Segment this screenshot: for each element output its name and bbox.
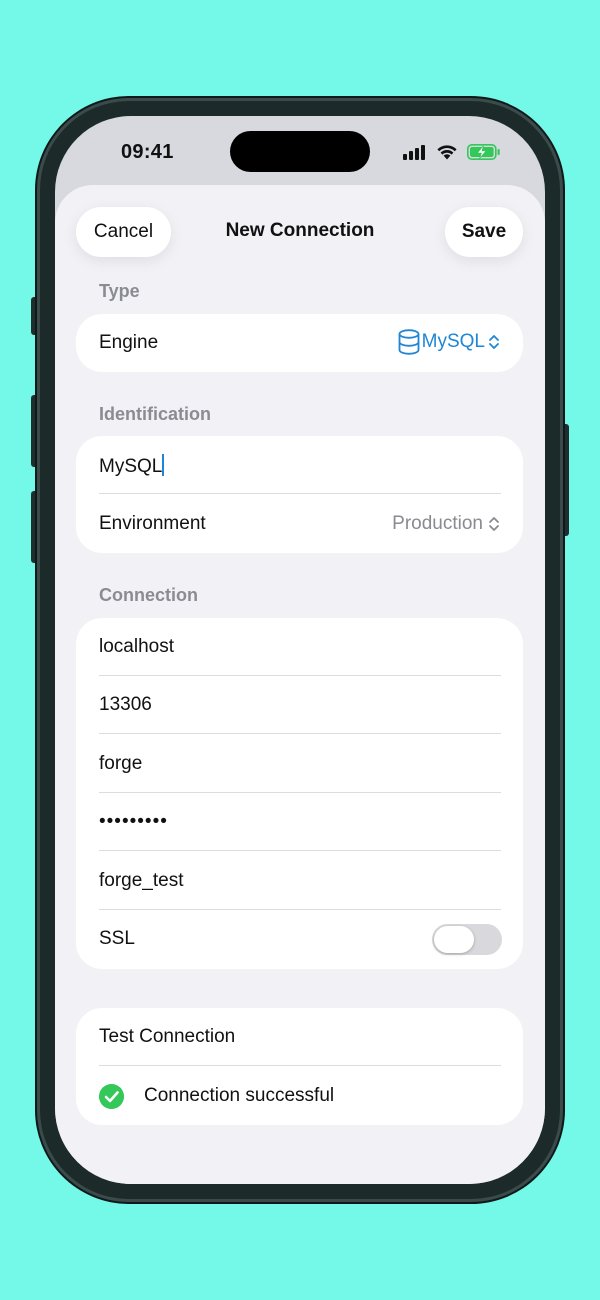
battery-charging-icon (467, 144, 500, 160)
sheet-title: New Connection (225, 220, 375, 241)
ssl-toggle[interactable] (432, 924, 502, 955)
test-group: Test Connection Connection successful (76, 1008, 523, 1125)
host-value: localhost (99, 636, 174, 657)
cancel-button[interactable]: Cancel (76, 207, 171, 257)
test-connection-row[interactable]: Test Connection (76, 1008, 523, 1066)
checkmark-circle-icon (99, 1084, 124, 1109)
ssl-label: SSL (99, 928, 135, 949)
environment-row[interactable]: Environment Production (76, 495, 523, 553)
section-header-connection: Connection (99, 585, 198, 605)
engine-picker[interactable]: MySQL (398, 329, 501, 355)
port-field[interactable]: 13306 (76, 676, 523, 734)
text-cursor (162, 454, 165, 476)
connection-name-field[interactable]: MySQL (76, 436, 523, 494)
environment-picker[interactable]: Production (392, 513, 501, 535)
connection-result-row: Connection successful (76, 1067, 523, 1125)
host-field[interactable]: localhost (76, 618, 523, 676)
test-connection-button[interactable]: Test Connection (99, 1026, 235, 1048)
connection-group: localhost 13306 forge ••••••••• forge_te… (76, 618, 523, 969)
phone-screen: 09:41 Cancel New Connection Save Type En… (55, 116, 545, 1184)
connection-name-value: MySQL (99, 456, 163, 477)
database-icon (398, 329, 420, 355)
engine-label: Engine (99, 332, 159, 353)
new-connection-sheet: Cancel New Connection Save Type Engine M… (55, 185, 545, 1184)
divider (99, 1065, 501, 1066)
port-value: 13306 (99, 694, 152, 715)
divider (99, 850, 501, 851)
environment-label: Environment (99, 513, 206, 534)
username-value: forge (99, 753, 143, 774)
database-field[interactable]: forge_test (76, 852, 523, 910)
section-header-identification: Identification (99, 404, 211, 424)
status-bar: 09:41 (55, 116, 545, 186)
username-field[interactable]: forge (76, 735, 523, 793)
chevron-up-down-icon (489, 335, 499, 349)
ssl-row: SSL (76, 910, 523, 968)
cellular-signal-icon (403, 144, 428, 160)
section-header-type: Type (99, 281, 140, 301)
database-value: forge_test (99, 870, 184, 891)
status-time: 09:41 (121, 141, 174, 163)
password-value: ••••••••• (99, 811, 168, 832)
divider (99, 733, 501, 734)
save-button[interactable]: Save (445, 207, 523, 257)
engine-value: MySQL (421, 331, 485, 352)
password-field[interactable]: ••••••••• (76, 793, 523, 851)
divider (99, 493, 501, 494)
environment-value: Production (392, 513, 483, 534)
toggle-knob (434, 926, 474, 953)
identification-group: MySQL Environment Production (76, 436, 523, 553)
dynamic-island (230, 131, 370, 172)
connection-result-text: Connection successful (144, 1085, 335, 1106)
wifi-icon (437, 145, 457, 160)
chevron-up-down-icon (489, 517, 499, 531)
type-group: Engine MySQL (76, 314, 523, 372)
engine-row[interactable]: Engine MySQL (76, 314, 523, 372)
